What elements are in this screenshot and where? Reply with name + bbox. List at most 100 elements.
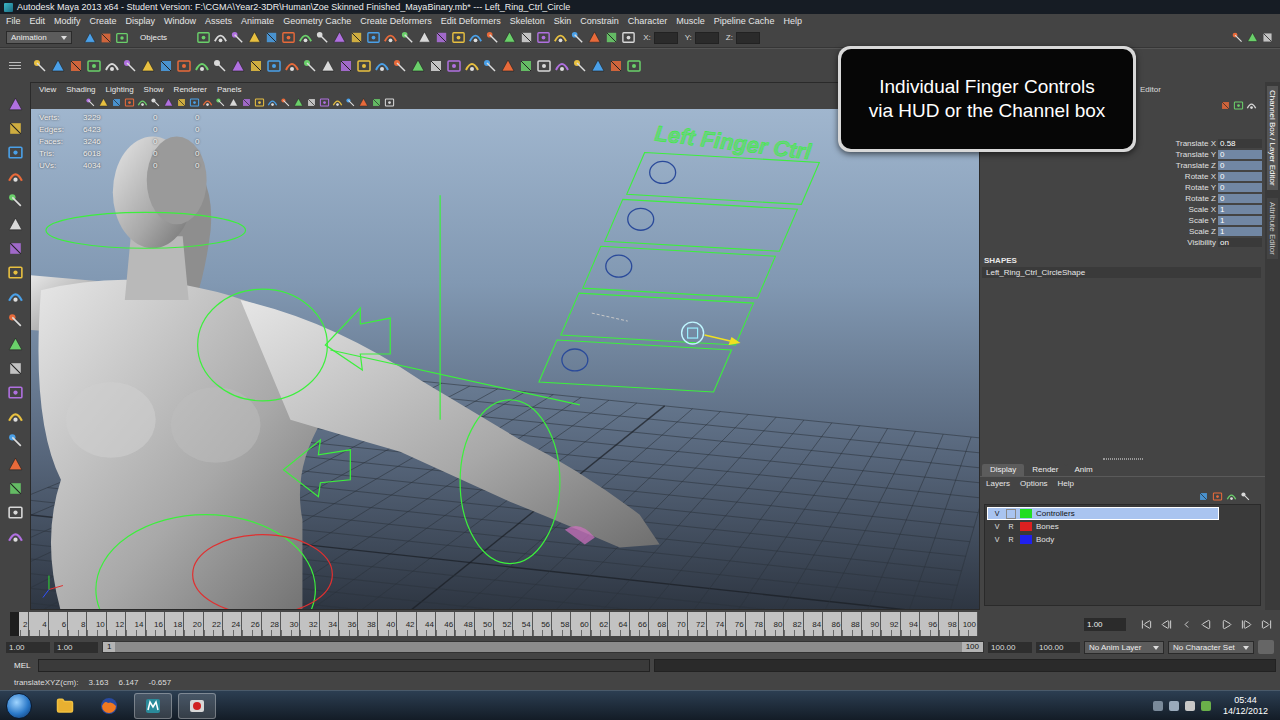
selection-tool-icon[interactable] — [468, 30, 483, 45]
toolbox-tool-icon[interactable] — [7, 360, 24, 377]
finger-control[interactable] — [650, 161, 676, 183]
selection-tool-icon[interactable] — [332, 30, 347, 45]
shelf-tool-icon[interactable] — [158, 58, 174, 74]
selection-tool-icon[interactable] — [298, 30, 313, 45]
channel-value[interactable]: 0 — [1218, 161, 1262, 170]
selection-tool-icon[interactable] — [502, 30, 517, 45]
recorder-app-icon[interactable] — [178, 693, 216, 719]
channel-value[interactable]: 0 — [1218, 172, 1262, 181]
toolbox-tool-icon[interactable] — [7, 504, 24, 521]
current-frame-field[interactable]: 1.00 — [1084, 618, 1126, 631]
shelf-tool-icon[interactable] — [626, 58, 642, 74]
layer-visibility-toggle[interactable]: V — [992, 522, 1002, 532]
selection-mask-dropdown[interactable]: Objects — [140, 33, 167, 42]
layer-row[interactable]: VRBody — [987, 533, 1219, 546]
explorer-icon[interactable] — [46, 693, 84, 719]
layer-menu-item[interactable]: Help — [1058, 479, 1074, 488]
layer-color-swatch[interactable] — [1020, 509, 1032, 518]
menu-item[interactable]: Muscle — [676, 16, 705, 26]
channel-name[interactable]: Visibility — [980, 237, 1216, 248]
preferences-icon[interactable] — [1258, 640, 1274, 654]
viewport-tool-icon[interactable] — [215, 97, 226, 108]
menu-item[interactable]: Skeleton — [510, 16, 545, 26]
menu-item[interactable]: Edit Deformers — [441, 16, 501, 26]
menu-item[interactable]: Geometry Cache — [283, 16, 351, 26]
selection-tool-icon[interactable] — [315, 30, 330, 45]
menu-item[interactable]: Constrain — [580, 16, 619, 26]
channel-value[interactable]: 1 — [1218, 216, 1262, 225]
toolbox-tool-icon[interactable] — [7, 120, 24, 137]
shelf-tool-icon[interactable] — [32, 58, 48, 74]
ik-arrow-control[interactable] — [325, 308, 390, 370]
finger-control[interactable] — [592, 313, 741, 345]
end-time-field[interactable]: 100.00 — [1036, 642, 1080, 653]
go-to-start-icon[interactable] — [1138, 616, 1154, 632]
viewport-tool-icon[interactable] — [293, 97, 304, 108]
shelf-tool-icon[interactable] — [140, 58, 156, 74]
range-start-field[interactable]: 1.00 — [54, 642, 98, 653]
layer-visibility-toggle[interactable]: V — [992, 509, 1002, 519]
shelf-tool-icon[interactable] — [410, 58, 426, 74]
viewport-tool-icon[interactable] — [124, 97, 135, 108]
viewport-tool-icon[interactable] — [111, 97, 122, 108]
shelf-tool-icon[interactable] — [572, 58, 588, 74]
layer-tab[interactable]: Display — [982, 464, 1024, 476]
viewport-tool-icon[interactable] — [241, 97, 252, 108]
toolbox-tool-icon[interactable] — [7, 288, 24, 305]
viewport-menu-item[interactable]: Lighting — [106, 85, 134, 94]
ik-arrow-control[interactable] — [283, 440, 350, 497]
shelf-tool-icon[interactable] — [86, 58, 102, 74]
selection-tool-icon[interactable] — [247, 30, 262, 45]
shelf-menu-icon[interactable] — [4, 52, 26, 80]
viewport-canvas[interactable]: Left Finger CtrlVerts:322900Edges:642300… — [31, 109, 979, 609]
toolbox-tool-icon[interactable] — [7, 336, 24, 353]
layer-tool-icon[interactable] — [1198, 491, 1209, 502]
channel-value[interactable]: 0.58 — [1218, 139, 1262, 148]
selection-tool-icon[interactable] — [417, 30, 432, 45]
menu-item[interactable]: Skin — [554, 16, 572, 26]
start-time-field[interactable]: 1.00 — [6, 642, 50, 653]
maya-app-icon[interactable] — [134, 693, 172, 719]
viewport-tool-icon[interactable] — [371, 97, 382, 108]
viewport-menu-item[interactable]: Panels — [217, 85, 241, 94]
shelf-tool-icon[interactable] — [338, 58, 354, 74]
channel-value[interactable]: 0 — [1218, 183, 1262, 192]
selection-tool-icon[interactable] — [621, 30, 636, 45]
shelf-tool-icon[interactable] — [590, 58, 606, 74]
play-backwards-icon[interactable] — [1198, 616, 1214, 632]
menu-item[interactable]: Display — [126, 16, 156, 26]
viewport-menu-item[interactable]: Shading — [66, 85, 95, 94]
shelf-tool-icon[interactable] — [284, 58, 300, 74]
shelf-tool-icon[interactable] — [608, 58, 624, 74]
shelf-tool-icon[interactable] — [176, 58, 192, 74]
layer-display-toggle[interactable]: R — [1006, 535, 1016, 545]
selection-tool-icon[interactable] — [434, 30, 449, 45]
channel-box-tool-icon[interactable] — [1246, 100, 1257, 111]
selection-tool-icon[interactable] — [536, 30, 551, 45]
viewport-tool-icon[interactable] — [176, 97, 187, 108]
shelf-tool-icon[interactable] — [302, 58, 318, 74]
viewport-tool-icon[interactable] — [332, 97, 343, 108]
shelf-tool-icon[interactable] — [482, 58, 498, 74]
channel-value[interactable]: 1 — [1218, 227, 1262, 236]
selection-tool-icon[interactable] — [451, 30, 466, 45]
channel-box-tool-icon[interactable] — [1220, 100, 1231, 111]
file-tool-icon[interactable] — [115, 31, 129, 45]
wrist-control[interactable] — [460, 400, 560, 564]
shelf-tool-icon[interactable] — [446, 58, 462, 74]
root-control[interactable] — [193, 535, 333, 609]
coordinate-field[interactable] — [654, 32, 678, 44]
step-forward-icon[interactable] — [1238, 616, 1254, 632]
shelf-tool-icon[interactable] — [248, 58, 264, 74]
file-tool-icon[interactable] — [83, 31, 97, 45]
viewport-tool-icon[interactable] — [150, 97, 161, 108]
layer-menu-item[interactable]: Layers — [986, 479, 1010, 488]
panel-splitter[interactable] — [980, 454, 1265, 464]
anim-layer-dropdown[interactable]: No Anim Layer — [1084, 641, 1164, 654]
channel-value[interactable]: 1 — [1218, 205, 1262, 214]
viewport-tool-icon[interactable] — [267, 97, 278, 108]
shelf-tool-icon[interactable] — [104, 58, 120, 74]
step-back-icon[interactable] — [1158, 616, 1174, 632]
range-start-handle[interactable]: 1 — [103, 642, 115, 652]
selection-tool-icon[interactable] — [264, 30, 279, 45]
